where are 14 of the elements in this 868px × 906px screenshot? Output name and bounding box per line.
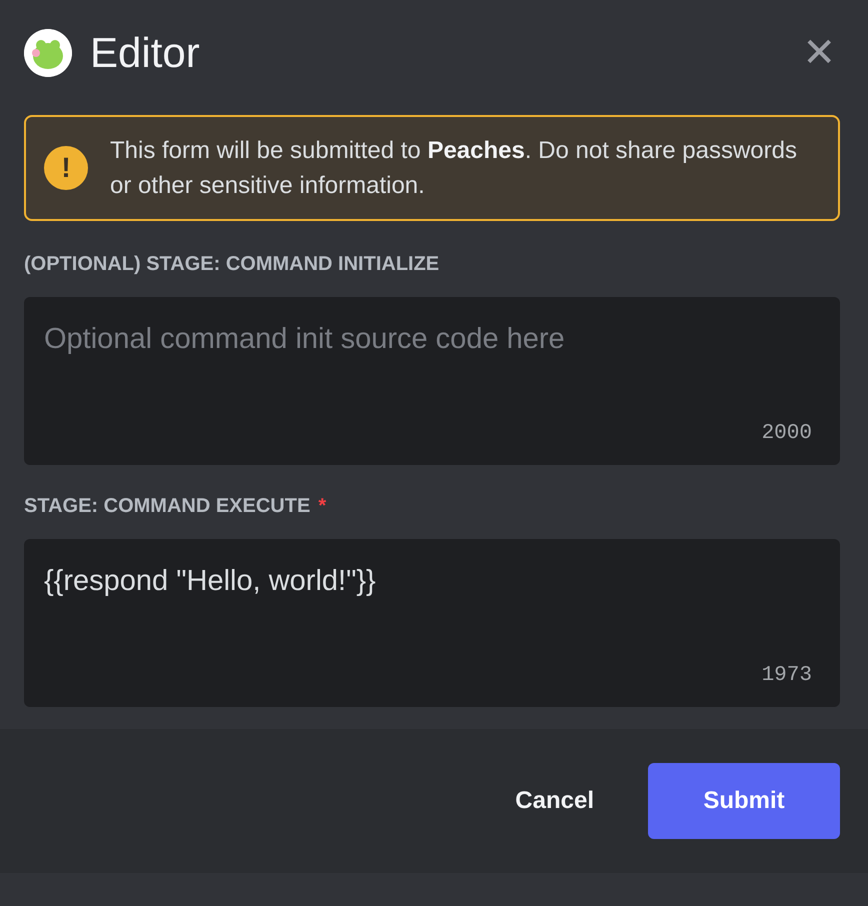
field-label: STAGE: COMMAND EXECUTE bbox=[24, 495, 310, 519]
avatar-icon bbox=[24, 29, 72, 77]
code-field[interactable]: {{respond "Hello, world!"}} 1973 bbox=[24, 539, 840, 707]
field-label: (OPTIONAL) STAGE: COMMAND INITIALIZE bbox=[24, 253, 440, 277]
required-mark: * bbox=[318, 495, 326, 519]
character-counter: 1973 bbox=[762, 664, 812, 687]
window-title: Editor bbox=[90, 29, 201, 77]
cancel-button[interactable]: Cancel bbox=[489, 763, 620, 839]
close-button[interactable]: ✕ bbox=[802, 33, 836, 73]
character-counter: 2000 bbox=[762, 422, 812, 445]
warning-icon: ! bbox=[44, 146, 88, 190]
code-field[interactable]: Optional command init source code here 2000 bbox=[24, 297, 840, 465]
submit-button[interactable]: Submit bbox=[648, 763, 840, 839]
warning-text: This form will be submitted to Peaches. Do not share passwords or other sensitive information. bbox=[110, 136, 798, 201]
